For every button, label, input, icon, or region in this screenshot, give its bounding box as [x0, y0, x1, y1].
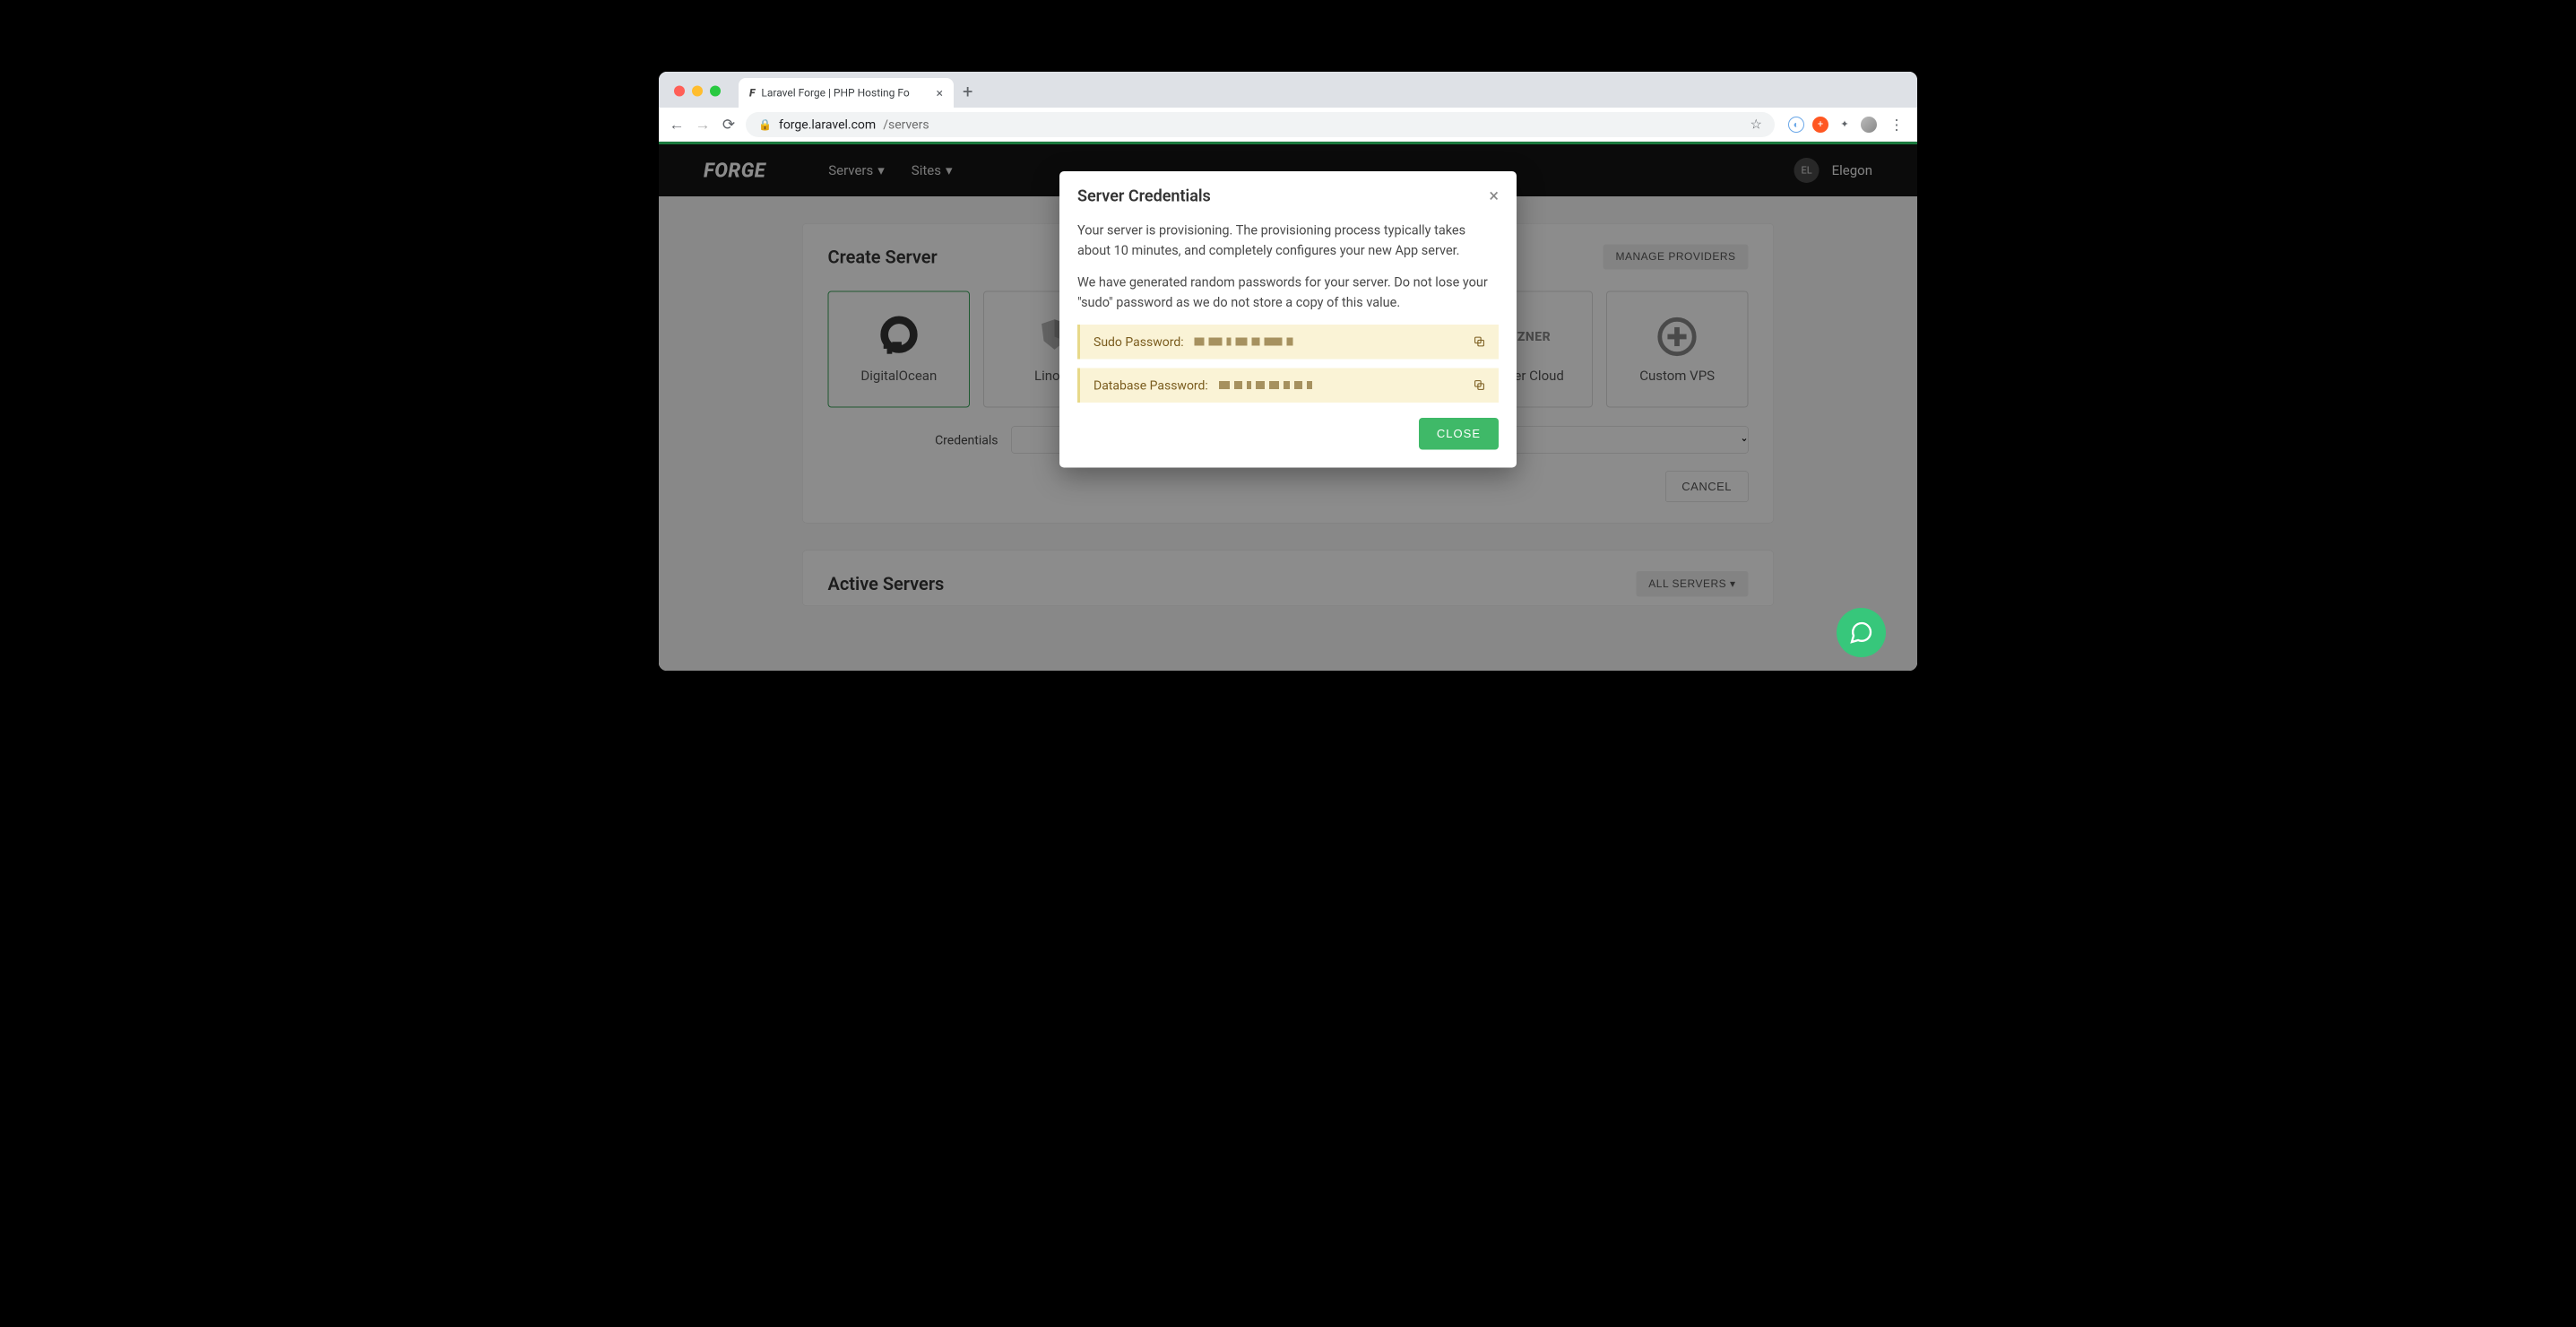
modal-overlay[interactable]: Server Credentials × Your server is prov…: [659, 144, 1917, 671]
browser-menu-icon[interactable]: ⋮: [1885, 116, 1908, 133]
url-host: forge.laravel.com: [779, 117, 876, 133]
modal-close-button[interactable]: CLOSE: [1419, 418, 1499, 450]
forward-button[interactable]: →: [694, 116, 712, 134]
profile-avatar-icon[interactable]: [1861, 117, 1877, 133]
reload-button[interactable]: ⟳: [720, 116, 738, 134]
window-titlebar: F Laravel Forge | PHP Hosting Fo × +: [659, 72, 1917, 108]
modal-close-icon[interactable]: ×: [1489, 187, 1499, 205]
address-bar[interactable]: 🔒 forge.laravel.com/servers ☆: [746, 112, 1775, 137]
tab-close-icon[interactable]: ×: [937, 85, 943, 100]
extensions-menu-icon[interactable]: ✦: [1837, 117, 1853, 133]
tab-favicon: F: [749, 87, 755, 100]
help-chat-button[interactable]: [1837, 608, 1886, 657]
window-maximize-button[interactable]: [710, 86, 721, 97]
browser-toolbar: ← → ⟳ 🔒 forge.laravel.com/servers ☆ ◐ + …: [659, 108, 1917, 142]
browser-tab[interactable]: F Laravel Forge | PHP Hosting Fo ×: [739, 78, 954, 108]
modal-title: Server Credentials: [1077, 186, 1211, 205]
window-traffic-lights: [674, 86, 721, 97]
db-password-label: Database Password:: [1094, 377, 1208, 393]
db-password-masked: [1219, 381, 1312, 389]
new-tab-button[interactable]: +: [963, 81, 972, 102]
sudo-password-masked: [1195, 338, 1293, 346]
copy-icon[interactable]: [1474, 336, 1485, 348]
sudo-password-row: Sudo Password:: [1077, 325, 1499, 360]
modal-paragraph: Your server is provisioning. The provisi…: [1077, 221, 1499, 261]
window-minimize-button[interactable]: [692, 86, 703, 97]
server-credentials-modal: Server Credentials × Your server is prov…: [1059, 171, 1517, 467]
copy-icon[interactable]: [1474, 379, 1485, 391]
extension-icon[interactable]: +: [1812, 117, 1828, 133]
db-password-row: Database Password:: [1077, 368, 1499, 403]
sudo-password-label: Sudo Password:: [1094, 334, 1184, 350]
back-button[interactable]: ←: [668, 116, 686, 134]
url-path: /servers: [883, 117, 929, 133]
extension-icons: ◐ + ✦: [1783, 117, 1877, 133]
modal-paragraph: We have generated random passwords for y…: [1077, 273, 1499, 313]
lock-icon: 🔒: [758, 118, 772, 131]
window-close-button[interactable]: [674, 86, 685, 97]
bookmark-icon[interactable]: ☆: [1750, 117, 1762, 133]
page-viewport: FORGE Servers ▾ Sites ▾ EL Elegon Create…: [659, 142, 1917, 671]
browser-window: F Laravel Forge | PHP Hosting Fo × + ← →…: [659, 72, 1917, 671]
tab-title: Laravel Forge | PHP Hosting Fo: [761, 87, 909, 100]
extension-icon[interactable]: ◐: [1788, 117, 1804, 133]
